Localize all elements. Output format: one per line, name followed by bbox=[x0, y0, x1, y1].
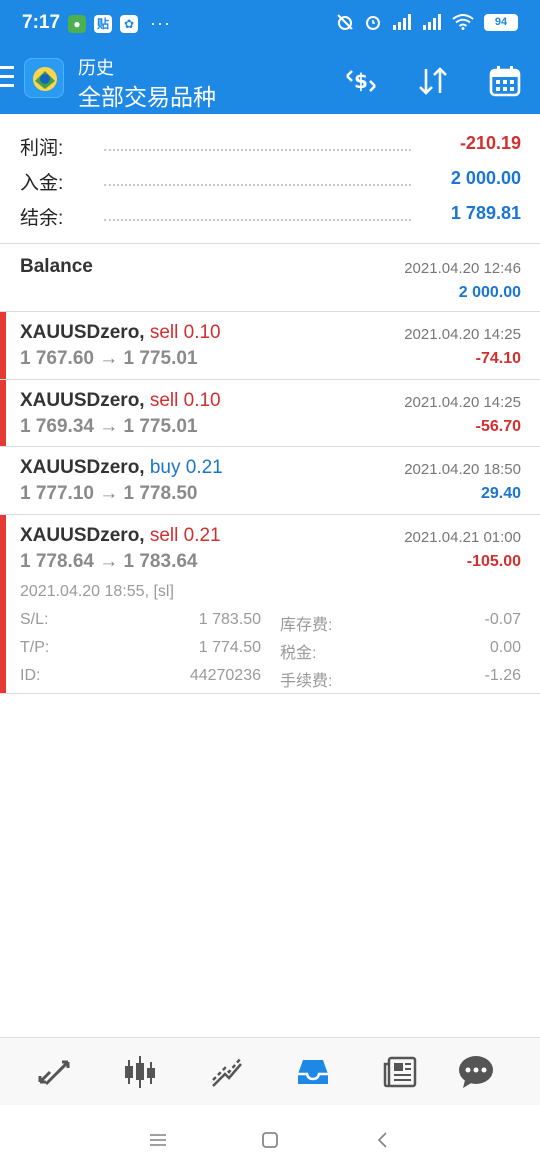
status-right: 94 bbox=[336, 13, 518, 31]
signal-icon bbox=[393, 14, 411, 30]
summary-balance-row: 结余: 1 789.81 bbox=[20, 201, 521, 230]
trade-icon[interactable] bbox=[207, 1052, 247, 1092]
trade-title: XAUUSDzero, sell 0.21 bbox=[20, 525, 221, 547]
sell-indicator-bar bbox=[0, 380, 6, 446]
wifi-icon bbox=[452, 14, 474, 30]
trade-symbol: XAUUSDzero, bbox=[20, 525, 145, 546]
balance-value: 1 789.81 bbox=[450, 203, 521, 223]
tp-value: 1 774.50 bbox=[198, 639, 261, 656]
more-notifications: ··· bbox=[150, 13, 171, 33]
trade-title: XAUUSDzero, sell 0.10 bbox=[20, 390, 221, 412]
trade-symbol: XAUUSDzero, bbox=[20, 322, 145, 343]
app-logo-icon[interactable] bbox=[24, 58, 64, 98]
page-title: 历史 bbox=[78, 58, 114, 78]
deal-amount: 2 000.00 bbox=[458, 284, 521, 301]
dotted-leader bbox=[104, 149, 411, 151]
trade-row[interactable]: XAUUSDzero, buy 0.21 1 777.10 → 1 778.50… bbox=[0, 447, 540, 515]
trade-symbol: XAUUSDzero, bbox=[20, 390, 145, 411]
news-icon[interactable] bbox=[380, 1052, 420, 1092]
wechat-icon: ● bbox=[68, 14, 86, 33]
id-value: 44270236 bbox=[189, 667, 261, 684]
trade-row-expanded[interactable]: XAUUSDzero, sell 0.21 1 778.64 → 1 783.6… bbox=[0, 515, 540, 694]
deposit-label: 入金: bbox=[20, 168, 68, 195]
trade-profit: -74.10 bbox=[475, 350, 521, 367]
tieba-icon: 贴 bbox=[94, 14, 112, 33]
chart-icon[interactable] bbox=[120, 1052, 160, 1092]
trade-type: sell 0.21 bbox=[149, 525, 221, 546]
sell-indicator-bar bbox=[0, 312, 6, 379]
trade-type: sell 0.10 bbox=[149, 322, 221, 343]
menu-icon[interactable] bbox=[0, 66, 14, 93]
dotted-leader bbox=[104, 219, 411, 221]
tax-value: 0.00 bbox=[489, 639, 521, 656]
fee-label: 手续费: bbox=[280, 673, 333, 690]
system-navigation bbox=[0, 1105, 540, 1170]
svg-text:$: $ bbox=[354, 69, 368, 93]
fee-value: -1.26 bbox=[484, 667, 521, 684]
id-label: ID: bbox=[20, 667, 41, 684]
swap-value: -0.07 bbox=[484, 611, 521, 628]
signal-icon bbox=[423, 14, 441, 30]
trade-prices: 1 767.60 → 1 775.01 bbox=[20, 348, 198, 369]
calendar-icon[interactable] bbox=[486, 62, 524, 100]
deal-label: Balance bbox=[20, 256, 93, 277]
symbol-filter[interactable]: 全部交易品种 bbox=[78, 78, 216, 112]
bottom-navigation bbox=[0, 1037, 540, 1105]
trade-title: XAUUSDzero, sell 0.10 bbox=[20, 322, 221, 344]
menu-icon[interactable] bbox=[143, 1125, 173, 1155]
swap-label: 库存费: bbox=[280, 617, 333, 634]
alarm-icon bbox=[366, 16, 380, 30]
trade-time: 2021.04.20 18:50 bbox=[404, 461, 521, 478]
trade-symbol: XAUUSDzero, bbox=[20, 457, 145, 478]
trade-row[interactable]: XAUUSDzero, sell 0.10 1 767.60 → 1 775.0… bbox=[0, 312, 540, 380]
tax-label: 税金: bbox=[280, 645, 317, 662]
trade-time: 2021.04.20 14:25 bbox=[404, 394, 521, 411]
app-bar: 历史 全部交易品种 $ bbox=[0, 46, 540, 114]
sell-indicator-bar bbox=[0, 515, 6, 693]
trade-row[interactable]: XAUUSDzero, sell 0.10 1 769.34 → 1 775.0… bbox=[0, 380, 540, 447]
summary-panel: 利润: -210.19 入金: 2 000.00 结余: 1 789.81 bbox=[0, 114, 540, 244]
trade-profit: 29.40 bbox=[480, 485, 521, 502]
trade-type: buy 0.21 bbox=[149, 457, 223, 478]
trade-title: XAUUSDzero, buy 0.21 bbox=[20, 457, 223, 479]
summary-profit-row: 利润: -210.19 bbox=[20, 131, 521, 160]
trade-prices: 1 777.10 → 1 778.50 bbox=[20, 483, 198, 504]
dotted-leader bbox=[104, 184, 411, 186]
balance-label: 结余: bbox=[20, 203, 68, 230]
tp-label: T/P: bbox=[20, 639, 50, 656]
status-bar: 7:17 ● 贴 ✿ ··· 94 bbox=[0, 0, 540, 46]
notification-icons: ● 贴 ✿ ··· bbox=[68, 13, 171, 34]
deposit-value: 2 000.00 bbox=[450, 168, 521, 188]
deal-time: 2021.04.20 12:46 bbox=[404, 260, 521, 277]
summary-deposit-row: 入金: 2 000.00 bbox=[20, 166, 521, 195]
open-info: 2021.04.20 18:55, [sl] bbox=[20, 583, 174, 600]
trade-profit: -56.70 bbox=[475, 418, 521, 435]
trade-prices: 1 769.34 → 1 775.01 bbox=[20, 416, 198, 437]
sl-value: 1 783.50 bbox=[198, 611, 261, 628]
status-time: 7:17 bbox=[22, 12, 61, 33]
alarm-off-icon bbox=[337, 14, 353, 30]
chat-icon[interactable] bbox=[456, 1052, 496, 1092]
back-icon[interactable] bbox=[368, 1125, 398, 1155]
sl-label: S/L: bbox=[20, 611, 49, 628]
balance-deal-row[interactable]: Balance 2021.04.20 12:46 2 000.00 bbox=[0, 244, 540, 312]
profit-label: 利润: bbox=[20, 133, 68, 160]
trade-time: 2021.04.21 01:00 bbox=[404, 529, 521, 546]
trade-prices: 1 778.64 → 1 783.64 bbox=[20, 551, 198, 572]
battery-icon: 94 bbox=[484, 13, 518, 31]
trade-type: sell 0.10 bbox=[149, 390, 221, 411]
history-icon[interactable] bbox=[293, 1052, 333, 1092]
trade-profit: -105.00 bbox=[466, 553, 521, 570]
home-icon[interactable] bbox=[255, 1125, 285, 1155]
trade-time: 2021.04.20 14:25 bbox=[404, 326, 521, 343]
sort-icon[interactable] bbox=[414, 62, 452, 100]
profit-value: -210.19 bbox=[459, 133, 521, 153]
quotes-icon[interactable] bbox=[34, 1052, 74, 1092]
dingtalk-icon: ✿ bbox=[120, 14, 138, 33]
currency-swap-icon[interactable]: $ bbox=[342, 62, 380, 100]
